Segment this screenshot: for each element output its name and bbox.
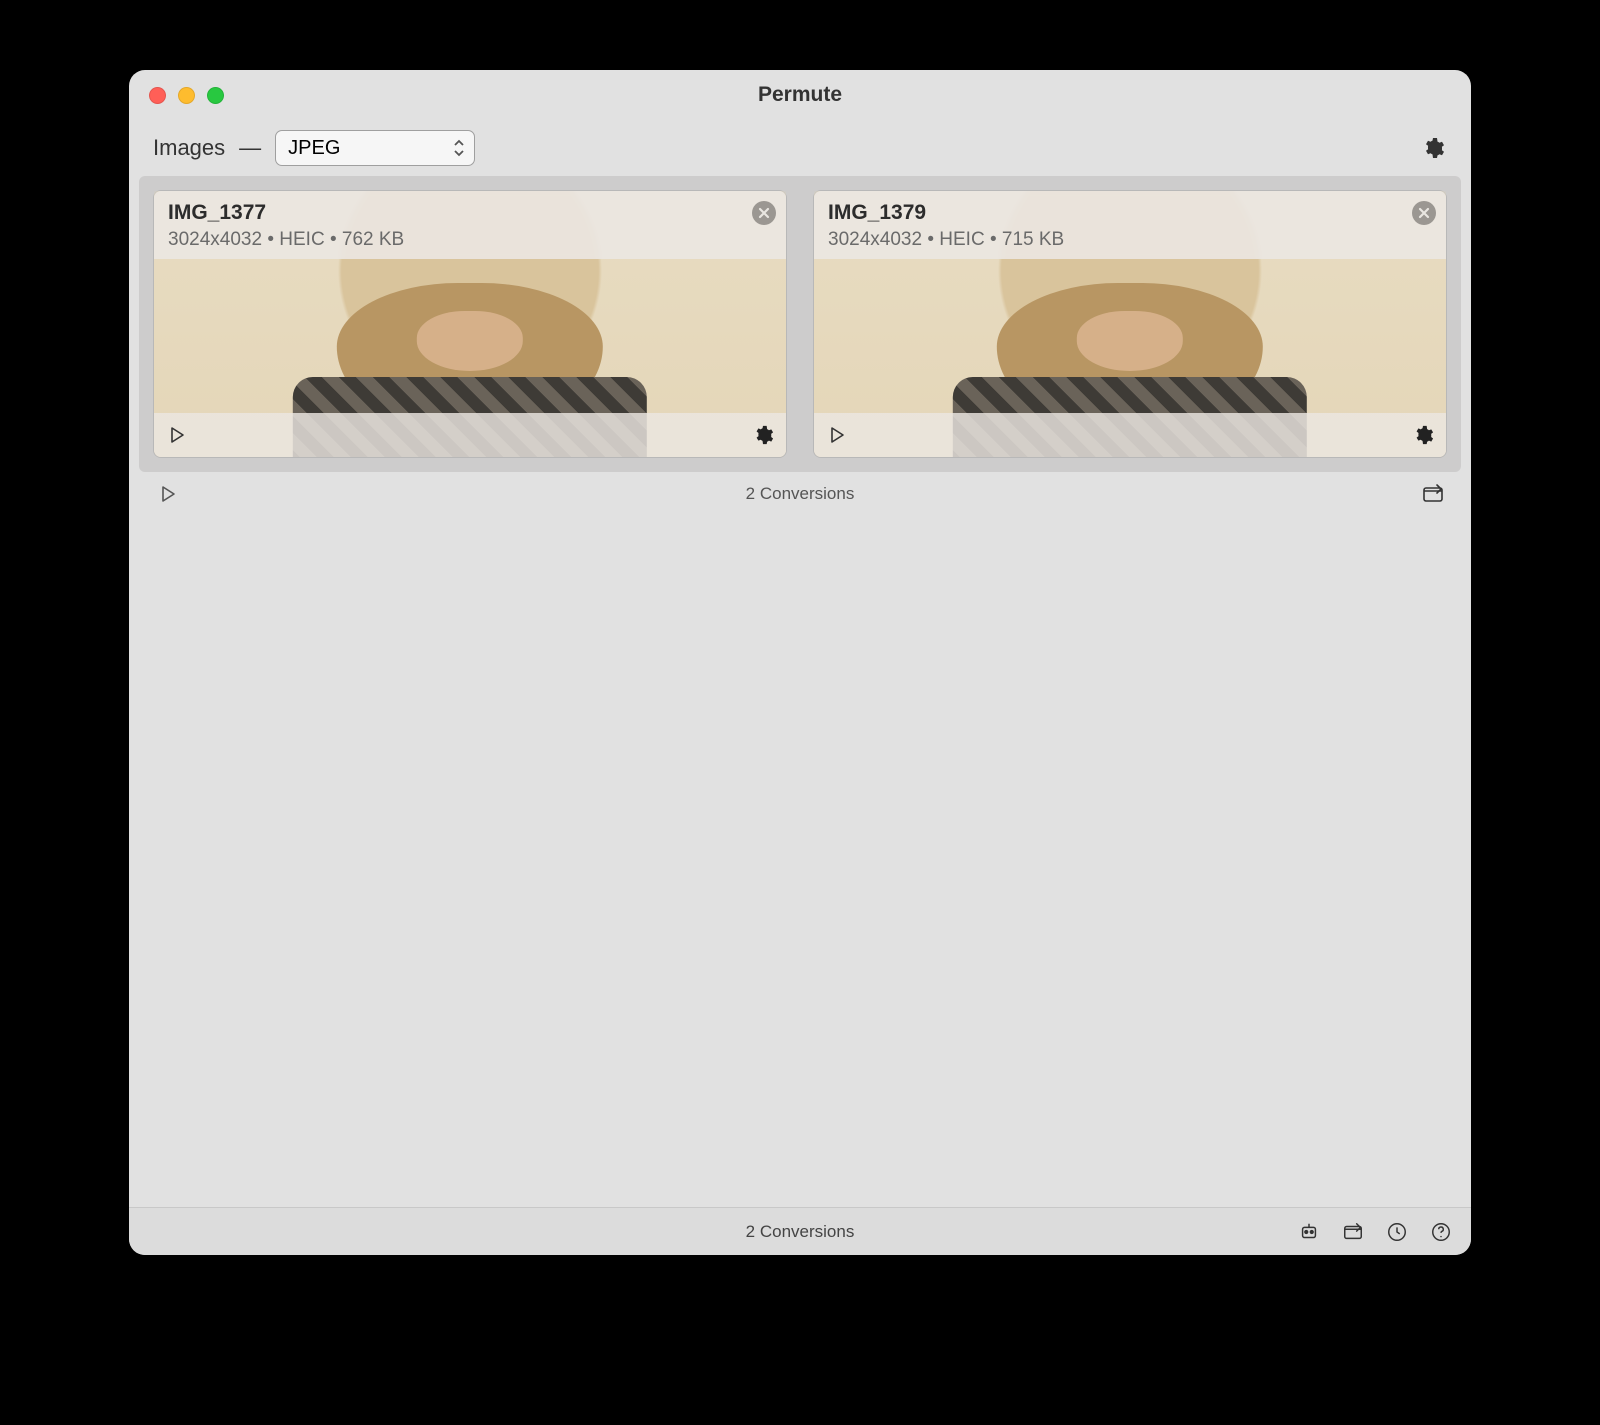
item-settings-button[interactable] bbox=[750, 422, 776, 448]
card-header: IMG_1379 3024x4032 • HEIC • 715 KB bbox=[814, 191, 1446, 259]
card-filename: IMG_1379 bbox=[828, 201, 1432, 225]
drop-area[interactable] bbox=[129, 516, 1471, 1207]
play-icon bbox=[828, 426, 846, 444]
app-window: Permute Images — JPEG IMG_13 bbox=[129, 70, 1471, 1255]
gear-icon bbox=[752, 424, 774, 446]
gear-icon bbox=[1412, 424, 1434, 446]
minimize-window-button[interactable] bbox=[178, 87, 195, 104]
titlebar: Permute bbox=[129, 70, 1471, 120]
toolbar-separator: — bbox=[239, 135, 261, 161]
gear-icon bbox=[1421, 136, 1445, 160]
remove-item-button[interactable] bbox=[1412, 201, 1436, 225]
folder-arrow-icon bbox=[1421, 482, 1445, 506]
card-metadata: 3024x4032 • HEIC • 715 KB bbox=[828, 229, 1432, 251]
history-button[interactable] bbox=[1385, 1220, 1409, 1244]
statusbar-count-label: 2 Conversions bbox=[129, 1222, 1471, 1242]
remove-item-button[interactable] bbox=[752, 201, 776, 225]
folder-arrow-icon bbox=[1342, 1221, 1364, 1243]
item-settings-button[interactable] bbox=[1410, 422, 1436, 448]
window-controls bbox=[129, 87, 224, 104]
output-format-value: JPEG bbox=[288, 137, 340, 160]
help-button[interactable] bbox=[1429, 1220, 1453, 1244]
statusbar: 2 Conversions bbox=[129, 1207, 1471, 1255]
robot-icon bbox=[1298, 1221, 1320, 1243]
toolbar: Images — JPEG bbox=[129, 120, 1471, 176]
play-icon bbox=[159, 485, 177, 503]
card-metadata: 3024x4032 • HEIC • 762 KB bbox=[168, 229, 772, 251]
close-icon bbox=[758, 207, 770, 219]
card-header: IMG_1377 3024x4032 • HEIC • 762 KB bbox=[154, 191, 786, 259]
conversions-count-label: 2 Conversions bbox=[129, 484, 1471, 504]
conversion-list: IMG_1377 3024x4032 • HEIC • 762 KB bbox=[139, 176, 1461, 472]
output-format-select[interactable]: JPEG bbox=[275, 130, 475, 166]
chevron-up-down-icon bbox=[452, 139, 466, 157]
card-filename: IMG_1377 bbox=[168, 201, 772, 225]
presets-button[interactable] bbox=[1297, 1220, 1321, 1244]
close-window-button[interactable] bbox=[149, 87, 166, 104]
clock-icon bbox=[1386, 1221, 1408, 1243]
open-output-folder-button[interactable] bbox=[1341, 1220, 1365, 1244]
convert-item-button[interactable] bbox=[824, 422, 850, 448]
convert-item-button[interactable] bbox=[164, 422, 190, 448]
reveal-output-button[interactable] bbox=[1421, 482, 1445, 506]
close-icon bbox=[1418, 207, 1430, 219]
card-footer bbox=[154, 413, 786, 457]
settings-button[interactable] bbox=[1419, 134, 1447, 162]
play-icon bbox=[168, 426, 186, 444]
help-icon bbox=[1430, 1221, 1452, 1243]
start-all-button[interactable] bbox=[155, 481, 181, 507]
category-label: Images bbox=[153, 135, 225, 161]
card-footer bbox=[814, 413, 1446, 457]
zoom-window-button[interactable] bbox=[207, 87, 224, 104]
conversions-summary-row: 2 Conversions bbox=[129, 472, 1471, 516]
window-title: Permute bbox=[129, 83, 1471, 107]
conversion-card[interactable]: IMG_1377 3024x4032 • HEIC • 762 KB bbox=[153, 190, 787, 458]
conversion-card[interactable]: IMG_1379 3024x4032 • HEIC • 715 KB bbox=[813, 190, 1447, 458]
